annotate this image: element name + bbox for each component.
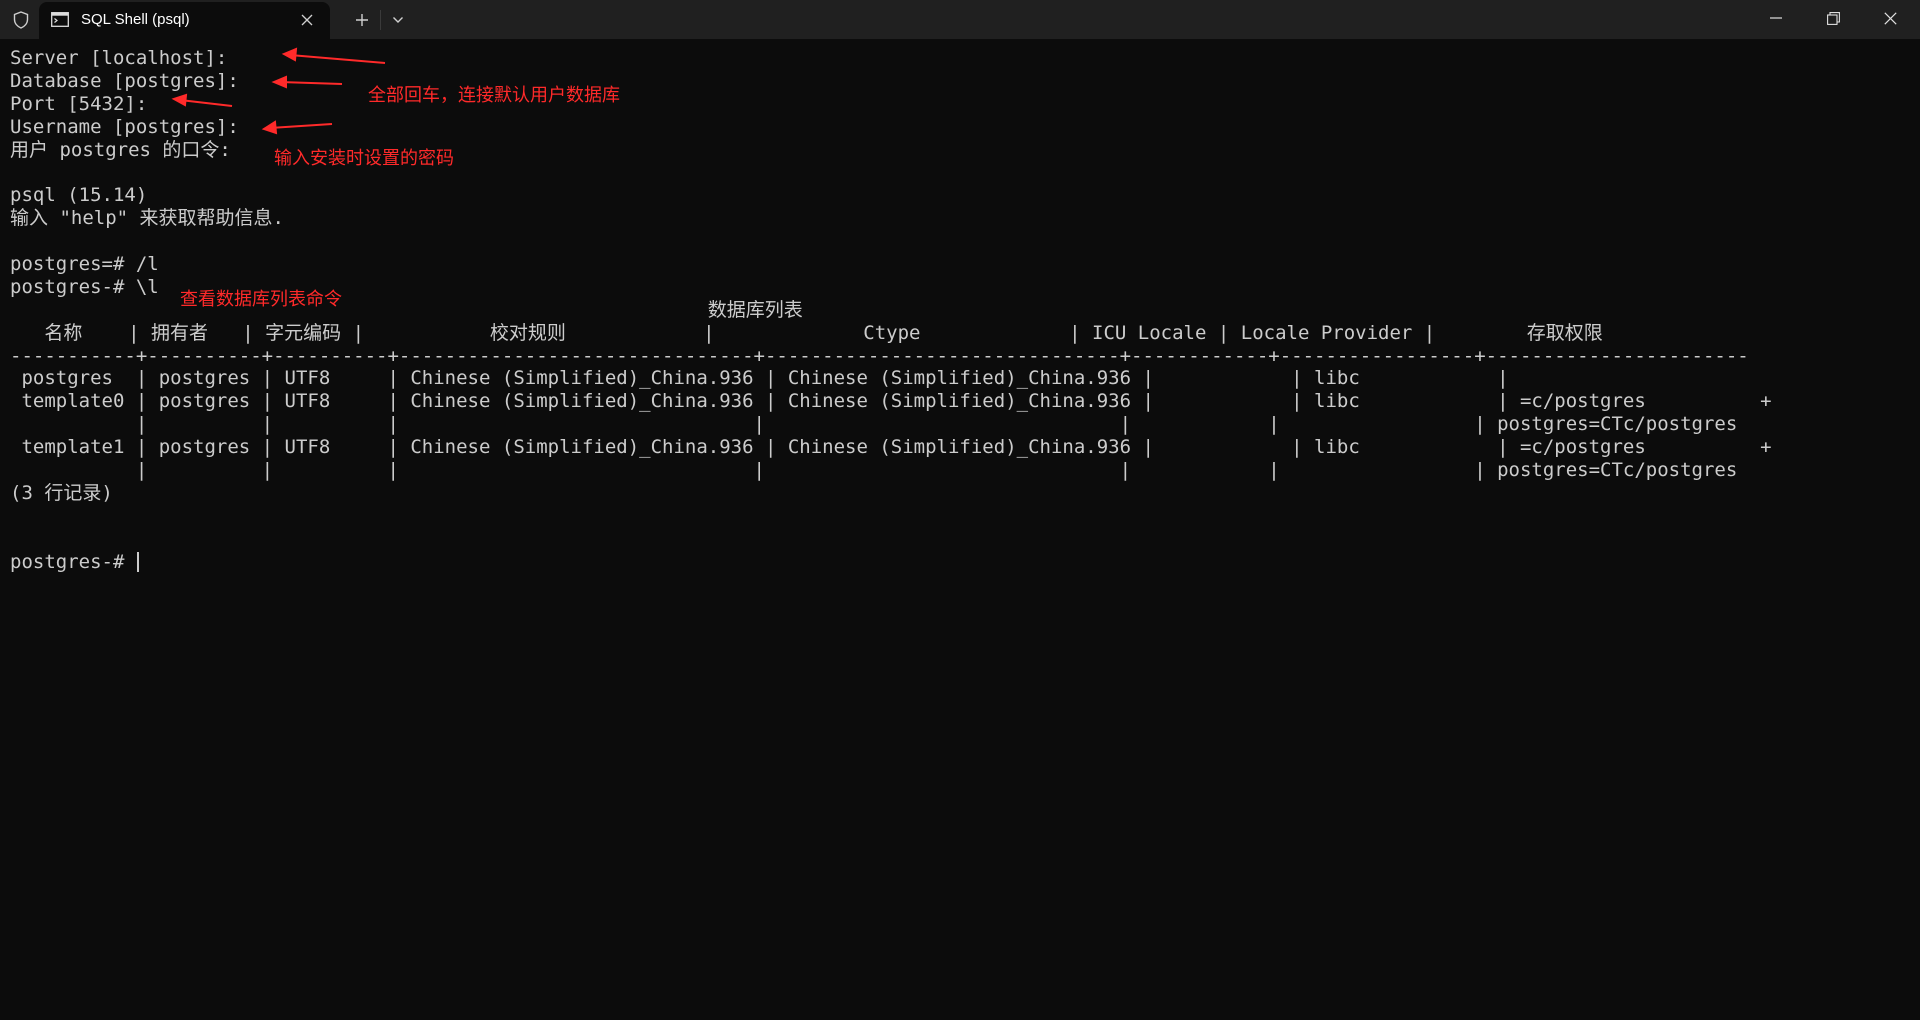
tab-dropdown-button[interactable] (383, 6, 413, 34)
tab-title: SQL Shell (psql) (81, 11, 190, 28)
plus-icon (356, 14, 368, 26)
terminal-line: psql (15.14) (10, 184, 148, 207)
close-icon (1883, 11, 1897, 25)
terminal-line: postgres=# /l (10, 253, 159, 276)
title-bar: SQL Shell (psql) (0, 0, 1920, 39)
text-cursor (136, 551, 139, 572)
table-separator: -----------+----------+----------+------… (10, 344, 1749, 367)
tab-sql-shell[interactable]: SQL Shell (psql) (39, 2, 330, 39)
new-tab-button[interactable] (347, 6, 377, 34)
close-window-button[interactable] (1862, 0, 1918, 36)
prompt: postgres-# (10, 550, 136, 573)
terminal-output[interactable]: Server [localhost]: Database [postgres]: P… (10, 47, 1910, 1007)
row-count: (3 行记录) (10, 481, 113, 504)
chevron-down-icon (393, 17, 403, 23)
restore-icon (1826, 11, 1840, 25)
annotation-list-command: 查看数据库列表命令 (180, 289, 342, 310)
close-icon[interactable] (298, 11, 316, 29)
table-row: postgres | postgres | UTF8 | Chinese (Si… (10, 367, 1509, 390)
table-row: | | | | | | | postgres=CTc/postgres (10, 459, 1738, 482)
restore-button[interactable] (1805, 0, 1861, 36)
table-row: template1 | postgres | UTF8 | Chinese (S… (10, 436, 1772, 459)
terminal-line: Port [5432]: (10, 92, 148, 115)
divider (380, 10, 381, 30)
terminal-line: Username [postgres]: (10, 115, 239, 138)
table-row: template0 | postgres | UTF8 | Chinese (S… (10, 390, 1772, 413)
terminal-line: 输入 "help" 来获取帮助信息. (10, 207, 284, 230)
shield-icon (10, 9, 32, 31)
annotation-enter-password: 输入安装时设置的密码 (274, 148, 454, 169)
table-header: 名称 | 拥有者 | 字元编码 | 校对规则 | Ctype | ICU Loc… (10, 321, 1603, 344)
prompt-line[interactable]: postgres-# (10, 551, 1910, 574)
table-row: | | | | | | | postgres=CTc/postgres (10, 413, 1738, 436)
terminal-icon (51, 12, 69, 27)
minimize-button[interactable] (1748, 0, 1804, 36)
annotation-enter-all: 全部回车，连接默认用户数据库 (368, 85, 620, 106)
terminal-line: Database [postgres]: (10, 69, 239, 92)
minimize-icon (1770, 17, 1782, 19)
terminal-line: Server [localhost]: (10, 47, 228, 69)
